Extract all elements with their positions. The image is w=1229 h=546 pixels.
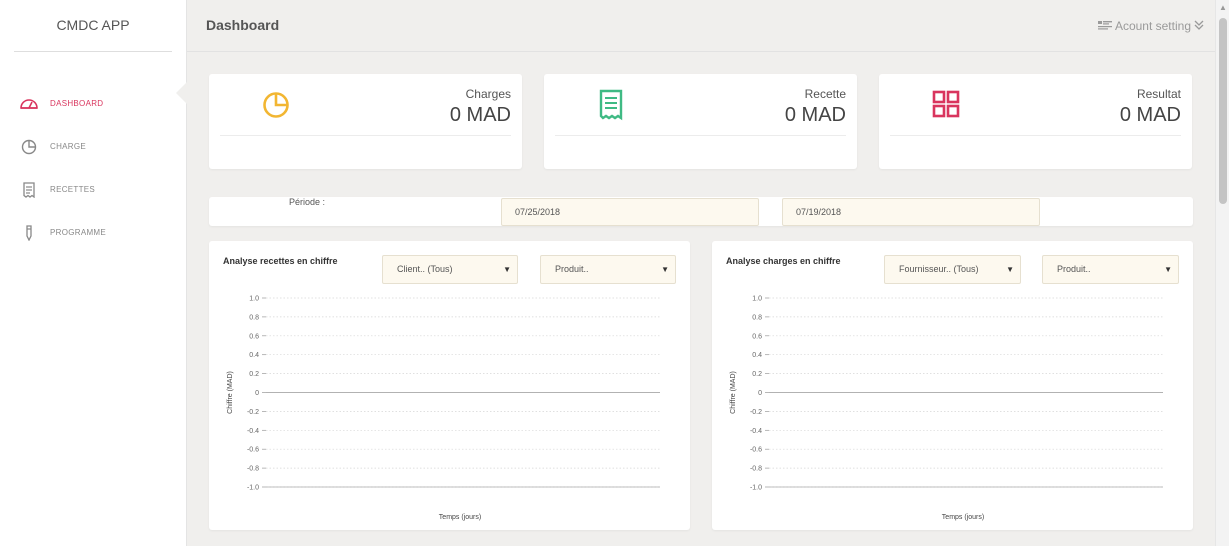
active-nav-pointer — [176, 82, 187, 104]
double-chevron-down-icon — [1194, 19, 1204, 33]
stat-card-charges: Charges 0 MAD — [209, 74, 522, 169]
date-from-input[interactable] — [501, 198, 759, 226]
stat-value: 0 MAD — [449, 104, 511, 126]
y-axis-label: Chiffre (MAD) — [730, 371, 737, 414]
sidebar-item-label: PROGRAMME — [50, 228, 107, 237]
y-tick-label: 0.8 — [752, 314, 762, 321]
pencil-icon — [20, 224, 38, 242]
y-tick-label: -0.8 — [750, 466, 762, 473]
sidebar-item-recettes[interactable]: RECETTES — [0, 168, 186, 211]
divider — [555, 135, 846, 136]
grid-icon — [931, 89, 961, 119]
sidebar-item-label: CHARGE — [50, 142, 87, 151]
stat-label: Recette — [804, 87, 846, 101]
page-title: Dashboard — [206, 17, 280, 33]
y-tick-label: -1.0 — [247, 485, 259, 492]
y-tick-label: -0.8 — [247, 466, 259, 473]
y-tick-label: 0.8 — [249, 314, 259, 321]
date-to-input[interactable] — [782, 198, 1040, 226]
y-tick-label: 1.0 — [752, 296, 762, 303]
stat-card-resultat: Resultat 0 MAD — [879, 74, 1192, 169]
y-tick-label: -0.2 — [247, 409, 259, 416]
sidebar-nav: DASHBOARD CHARGE RECETTES PROGRAMME — [0, 82, 186, 254]
account-setting-label: Acount setting — [1114, 19, 1191, 33]
sidebar-item-label: DASHBOARD — [50, 99, 104, 108]
y-tick-label: 0.4 — [752, 352, 762, 359]
sidebar-item-charge[interactable]: CHARGE — [0, 125, 186, 168]
y-axis-label: Chiffre (MAD) — [227, 371, 234, 414]
stat-label: Resultat — [1136, 87, 1181, 101]
user-list-icon — [1097, 19, 1112, 33]
divider — [890, 135, 1181, 136]
y-tick-label: 0.6 — [249, 333, 259, 340]
pie-chart-icon — [20, 138, 38, 156]
y-tick-label: -0.2 — [750, 409, 762, 416]
y-tick-label: 0 — [255, 390, 259, 397]
y-tick-label: 0.2 — [249, 371, 259, 378]
scrollbar-thumb[interactable] — [1219, 18, 1227, 204]
period-label: Période : — [289, 197, 326, 207]
chart-card-recettes: Analyse recettes en chiffre Client.. (To… — [209, 241, 690, 530]
stat-label: Charges — [465, 87, 511, 101]
line-chart: 1.0 0.8 0.6 0.4 0.2 0 -0.2 -0.4 -0.6 -0.8 -1.0 Chif… — [227, 296, 660, 521]
app-brand: CMDC APP — [14, 0, 172, 52]
x-axis-label: Temps (jours) — [439, 514, 481, 521]
stat-value: 0 MAD — [784, 104, 846, 126]
page-scrollbar[interactable]: ▲ — [1215, 0, 1229, 546]
y-tick-label: 1.0 — [249, 296, 259, 303]
y-tick-label: -0.4 — [750, 428, 762, 435]
y-tick-label: 0.6 — [752, 333, 762, 340]
stat-card-recette: Recette 0 MAD — [544, 74, 857, 169]
sidebar-item-dashboard[interactable]: DASHBOARD — [0, 82, 186, 125]
y-tick-label: -0.6 — [247, 447, 259, 454]
y-tick-label: 0 — [758, 390, 762, 397]
divider — [220, 135, 511, 136]
y-tick-label: -0.4 — [247, 428, 259, 435]
pie-chart-icon — [261, 89, 291, 119]
y-tick-label: 0.4 — [249, 352, 259, 359]
period-filter-bar: Période : — [209, 197, 1193, 226]
line-chart: 1.0 0.8 0.6 0.4 0.2 0 -0.2 -0.4 -0.6 -0.8 -1.0 Chif… — [730, 296, 1163, 521]
receipt-icon — [596, 89, 626, 121]
x-axis-label: Temps (jours) — [942, 514, 984, 521]
sidebar: CMDC APP DASHBOARD CHARGE RECETTES PROGR… — [0, 0, 187, 546]
top-bar: Dashboard Acount setting — [187, 0, 1215, 52]
sidebar-item-label: RECETTES — [50, 185, 96, 194]
y-tick-label: -0.6 — [750, 447, 762, 454]
y-tick-label: -1.0 — [750, 485, 762, 492]
receipt-icon — [20, 181, 38, 199]
y-tick-label: 0.2 — [752, 371, 762, 378]
dashboard-gauge-icon — [20, 95, 38, 113]
scroll-up-arrow-icon[interactable]: ▲ — [1219, 3, 1227, 12]
stat-value: 0 MAD — [1119, 104, 1181, 126]
sidebar-item-programme[interactable]: PROGRAMME — [0, 211, 186, 254]
account-setting-menu[interactable]: Acount setting — [1097, 19, 1204, 33]
chart-card-charges: Analyse charges en chiffre Fournisseur..… — [712, 241, 1193, 530]
